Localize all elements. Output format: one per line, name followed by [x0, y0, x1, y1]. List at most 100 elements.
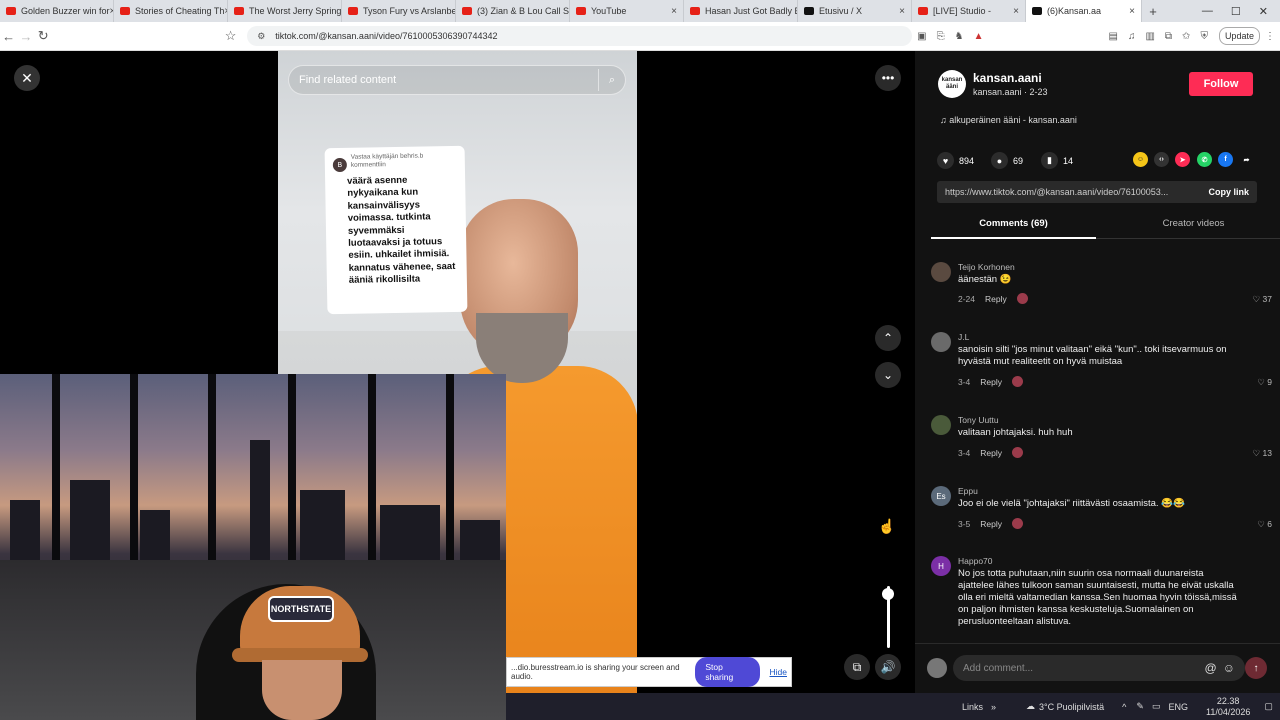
language-indicator[interactable]: ENG [1168, 702, 1188, 712]
taskbar-links[interactable]: Links [962, 702, 983, 712]
copy-link-button[interactable]: Copy link [1208, 187, 1249, 197]
follow-button[interactable]: Follow [1189, 72, 1253, 96]
emoji-icon[interactable]: ☺ [1223, 661, 1235, 675]
close-tab-icon[interactable]: × [899, 6, 905, 17]
browser-tab[interactable]: Etusivu / X × [798, 0, 912, 22]
close-tab-icon[interactable]: × [1013, 6, 1019, 17]
browser-tab[interactable]: Golden Buzzer win for× [0, 0, 114, 22]
next-video-icon[interactable]: ⌄ [875, 362, 901, 388]
creator-avatar[interactable]: kansan ääni [938, 70, 966, 98]
back-icon[interactable]: ← [0, 29, 17, 44]
sidebar-icon[interactable]: ▥ [1145, 31, 1154, 42]
stop-sharing-button[interactable]: Stop sharing [695, 657, 760, 687]
shield-icon[interactable]: ⛨ [1200, 31, 1208, 42]
close-tab-icon[interactable]: × [1129, 6, 1135, 17]
commenter-avatar[interactable] [931, 332, 951, 352]
volume-slider[interactable] [881, 586, 895, 648]
previous-video-icon[interactable]: ⌃ [875, 325, 901, 351]
tray-chevron-icon[interactable]: ^ [1122, 702, 1126, 712]
commenter-avatar[interactable] [931, 262, 951, 282]
reload-icon[interactable]: ↻ [35, 28, 52, 44]
commenter-name[interactable]: J.L [958, 332, 969, 342]
embed-icon[interactable]: ‹› [1154, 152, 1169, 167]
commenter-avatar[interactable]: H [931, 556, 951, 576]
comment-like[interactable]: ♡ 6 [1257, 519, 1272, 530]
commenter-avatar[interactable]: Es [931, 486, 951, 506]
reply-button[interactable]: Reply [985, 294, 1007, 304]
chevron-icon[interactable]: » [991, 702, 996, 712]
add-comment-input[interactable]: Add comment... @ ☺ [953, 655, 1245, 681]
music-info[interactable]: ♫ alkuperäinen ääni - kansan.aani [940, 115, 1077, 125]
reply-button[interactable]: Reply [980, 377, 1002, 387]
share-arrow-icon[interactable]: ➦ [1239, 152, 1254, 167]
extension-icon[interactable]: ▣ [917, 31, 926, 42]
site-info-icon[interactable]: ⚙ [257, 31, 265, 42]
save-stat[interactable]: ▮ 14 [1041, 152, 1073, 169]
tab-creator-videos[interactable]: Creator videos [1111, 213, 1276, 229]
new-tab-button[interactable]: + [1142, 4, 1164, 19]
search-placeholder: Find related content [299, 74, 397, 86]
browser-tab[interactable]: (6)Kansan.aa × [1026, 0, 1142, 22]
notification-icon[interactable]: ▢ [1264, 701, 1273, 712]
extension-icon[interactable]: ♞ [955, 31, 964, 42]
network-icon[interactable]: ▭ [1152, 701, 1161, 712]
pen-icon[interactable]: ✎ [1136, 701, 1144, 712]
search-icon[interactable]: ⌕ [609, 74, 615, 87]
extension-icon[interactable]: ⎘ [937, 31, 945, 42]
commenter-name[interactable]: Happo70 [958, 556, 993, 566]
browser-tab[interactable]: [LIVE] Studio - × [912, 0, 1026, 22]
reply-button[interactable]: Reply [980, 448, 1002, 458]
clock[interactable]: 22.38 11/04/2026 [1206, 696, 1250, 718]
creator-username[interactable]: kansan.aani [973, 71, 1042, 85]
facebook-icon[interactable]: f [1218, 152, 1233, 167]
close-video-button[interactable]: ✕ [14, 65, 40, 91]
music-icon[interactable]: ♫ [1128, 31, 1136, 42]
whatsapp-icon[interactable]: ✆ [1197, 152, 1212, 167]
alert-extension-icon[interactable]: ▲ [974, 31, 984, 42]
close-window-icon[interactable]: ✕ [1259, 5, 1268, 18]
comment-like[interactable]: ♡ 13 [1253, 448, 1272, 459]
browser-tab-title: Etusivu / X [819, 6, 863, 16]
comment-like[interactable]: ♡ 9 [1257, 377, 1272, 388]
url-field[interactable]: ⚙ tiktok.com/@kansan.aani/video/76100053… [247, 26, 913, 46]
forward-icon[interactable]: → [17, 29, 34, 44]
comment-like[interactable]: ♡ 37 [1253, 294, 1272, 305]
browser-tab[interactable]: The Worst Jerry Spring× [228, 0, 342, 22]
update-button[interactable]: Update [1218, 27, 1260, 45]
menu-icon[interactable]: ⋮ [1265, 31, 1275, 42]
like-stat[interactable]: ♥ 894 [937, 152, 974, 169]
comment-stat[interactable]: ● 69 [991, 152, 1023, 169]
more-options-icon[interactable]: ••• [875, 65, 901, 91]
browser-tab[interactable]: YouTube × [570, 0, 684, 22]
mention-icon[interactable]: @ [1205, 661, 1217, 675]
tab-comments[interactable]: Comments (69) [931, 213, 1096, 239]
browser-tab[interactable]: Hasan Just Got Badly E× [684, 0, 798, 22]
close-tab-icon[interactable]: × [671, 6, 677, 17]
favorites-icon[interactable]: ✩ [1182, 31, 1190, 42]
browser-tab[interactable]: (3) Zian & B Lou Call S× [456, 0, 570, 22]
browser-tab[interactable]: Stories of Cheating Th× [114, 0, 228, 22]
commenter-name[interactable]: Tony Uuttu [958, 415, 999, 425]
browser-tab[interactable]: Tyson Fury vs Arslanbe× [342, 0, 456, 22]
commenter-name[interactable]: Eppu [958, 486, 978, 496]
send-icon[interactable]: ➤ [1175, 152, 1190, 167]
reply-button[interactable]: Reply [980, 519, 1002, 529]
hide-share-bar-link[interactable]: Hide [770, 667, 787, 677]
video-link-text[interactable]: https://www.tiktok.com/@kansan.aani/vide… [945, 187, 1168, 197]
maximize-icon[interactable]: ☐ [1231, 5, 1241, 18]
volume-knob[interactable] [882, 588, 894, 600]
weather-text[interactable]: 3°C Puolipilvistä [1039, 702, 1104, 712]
minimize-icon[interactable]: — [1202, 5, 1213, 18]
volume-icon[interactable]: 🔊 [875, 654, 901, 680]
comment-meta: 3-5 Reply [958, 518, 1024, 529]
reader-icon[interactable]: ▤ [1109, 31, 1118, 42]
related-search-input[interactable]: Find related content ⌕ [288, 65, 626, 95]
post-comment-button[interactable]: ↑ [1245, 657, 1267, 679]
share-friends-icon[interactable]: ☺ [1133, 152, 1148, 167]
extensions-icon[interactable]: ⧉ [1165, 31, 1172, 42]
picture-in-picture-icon[interactable]: ⧉ [844, 654, 870, 680]
commenter-name[interactable]: Teijo Korhonen [958, 262, 1015, 272]
skyline-building [380, 505, 440, 560]
commenter-avatar[interactable] [931, 415, 951, 435]
bookmark-icon[interactable]: ☆ [222, 28, 239, 44]
